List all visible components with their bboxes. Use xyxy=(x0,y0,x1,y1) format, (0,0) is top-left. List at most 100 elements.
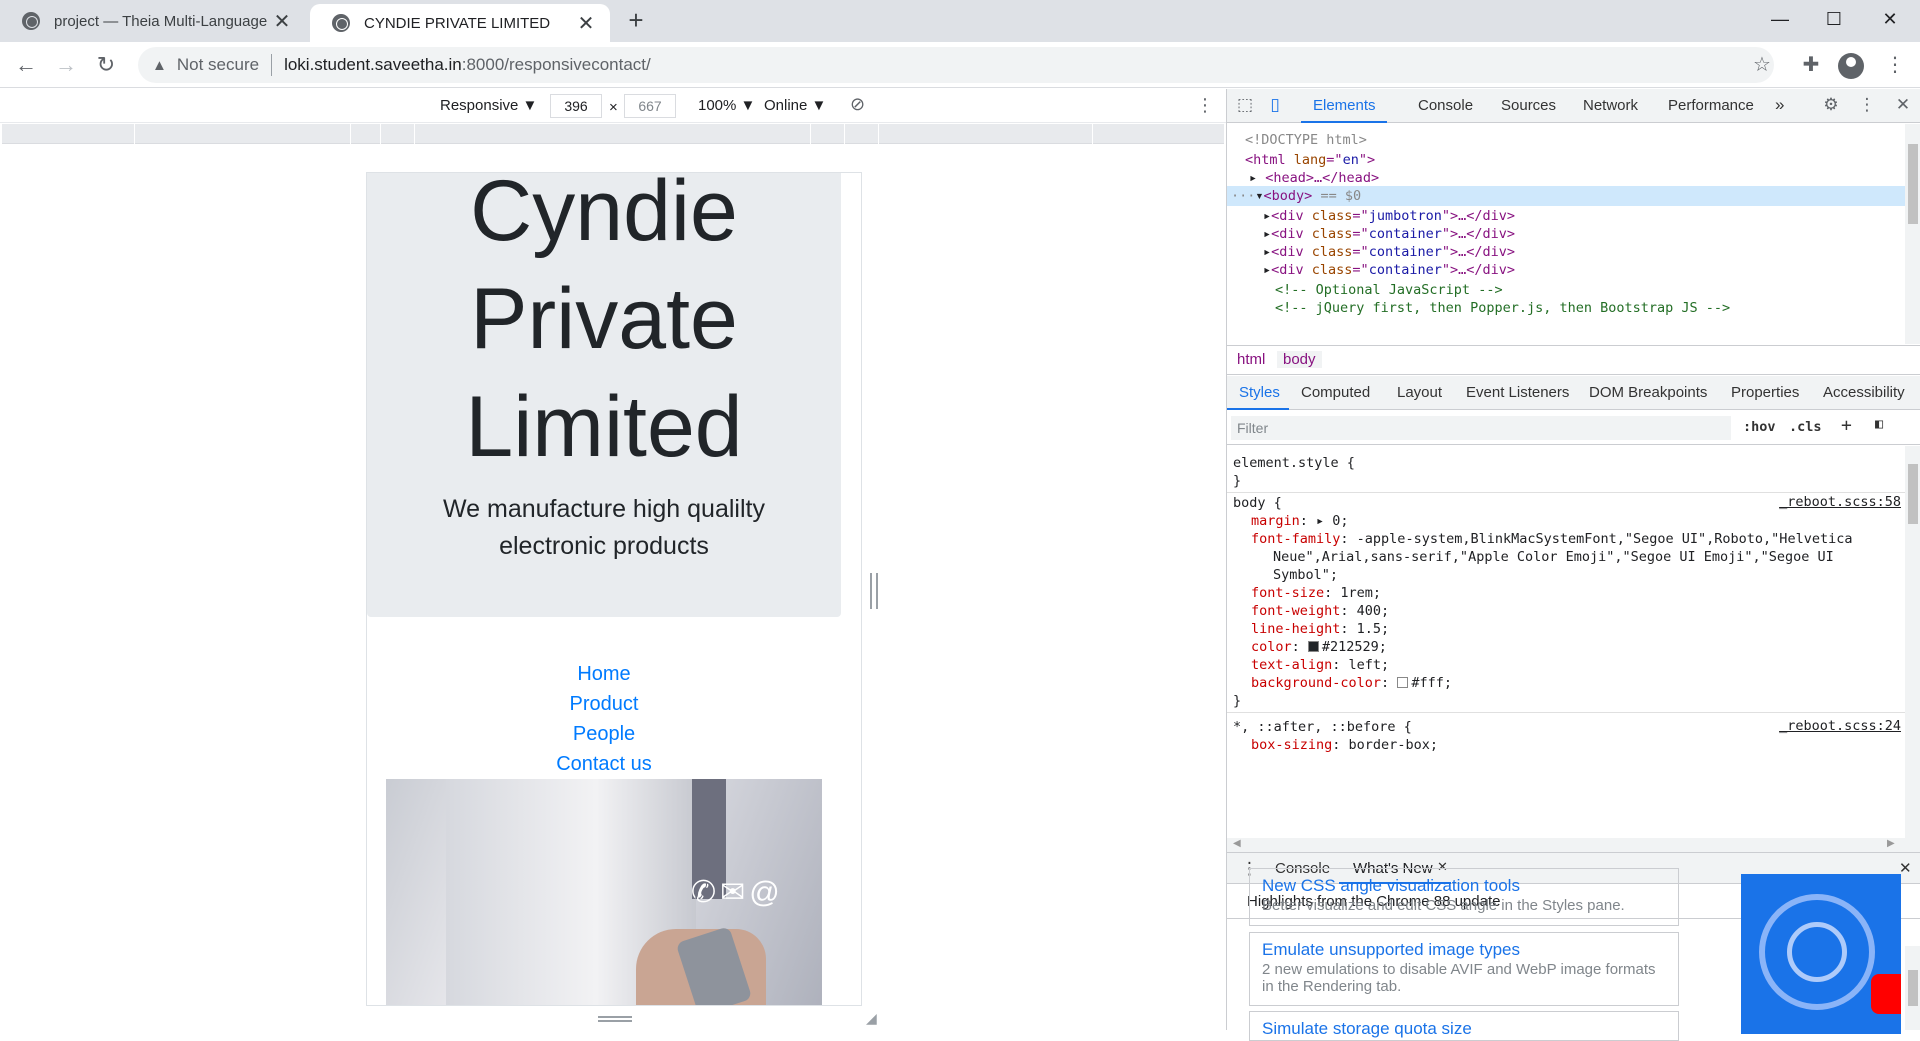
more-tabs-icon[interactable]: » xyxy=(1775,95,1784,115)
warning-icon[interactable]: ▲ xyxy=(152,57,167,74)
nav-link-people[interactable]: People xyxy=(367,719,841,749)
viewport-resize-handle-right[interactable] xyxy=(870,573,878,609)
back-arrow-icon[interactable]: ← xyxy=(10,49,42,81)
tab-styles[interactable]: Styles xyxy=(1239,384,1280,401)
viewport-resize-handle-bottom[interactable] xyxy=(598,1016,632,1022)
whats-new-card[interactable]: Simulate storage quota size xyxy=(1249,1011,1679,1041)
nav-link-contact[interactable]: Contact us xyxy=(367,749,841,779)
element-style-selector[interactable]: element.style { xyxy=(1233,454,1355,472)
maximize-button[interactable]: ☐ xyxy=(1806,0,1862,40)
tab-computed[interactable]: Computed xyxy=(1301,384,1370,401)
reload-icon[interactable]: ↻ xyxy=(90,49,122,81)
universal-selector[interactable]: *, ::after, ::before { xyxy=(1233,718,1412,736)
network-throttle-select[interactable]: Online ▼ xyxy=(764,97,826,114)
dom-body[interactable]: ···▾<body> == $0 xyxy=(1231,186,1361,206)
styles-scrollbar[interactable] xyxy=(1905,446,1920,838)
nav-link-product[interactable]: Product xyxy=(367,689,841,719)
devtools-menu-icon[interactable]: ⋮ xyxy=(1855,95,1879,117)
tab-console[interactable]: Console xyxy=(1418,97,1473,114)
new-style-rule-button[interactable]: + xyxy=(1841,415,1852,436)
tab-cyndie[interactable]: CYNDIE PRIVATE LIMITED ✕ xyxy=(310,4,610,42)
tab-properties[interactable]: Properties xyxy=(1731,384,1799,401)
zoom-select[interactable]: 100% ▼ xyxy=(698,97,755,114)
expand-triangle-icon[interactable]: ▸ xyxy=(1249,170,1257,186)
tab-network[interactable]: Network xyxy=(1583,97,1638,114)
dom-head[interactable]: ▸ <head>…</head> xyxy=(1249,168,1379,188)
extensions-puzzle-icon[interactable]: ✚ xyxy=(1796,50,1826,80)
style-prop[interactable]: margin: ▸ 0; xyxy=(1251,512,1349,530)
forward-arrow-icon[interactable]: → xyxy=(50,49,82,81)
dom-html[interactable]: <html lang="en"> xyxy=(1245,150,1375,170)
close-tab-icon[interactable]: ✕ xyxy=(576,11,596,36)
dom-doctype[interactable]: <!DOCTYPE html> xyxy=(1245,130,1367,150)
close-tab-icon[interactable]: ✕ xyxy=(272,9,292,34)
tab-accessibility[interactable]: Accessibility xyxy=(1823,384,1905,401)
hover-state-toggle[interactable]: :hov xyxy=(1743,419,1776,435)
style-prop[interactable]: color: #212529; xyxy=(1251,638,1387,656)
dom-scrollbar[interactable] xyxy=(1905,124,1920,344)
tab-theia[interactable]: project — Theia Multi-Language ✕ xyxy=(0,0,306,42)
source-link[interactable]: _reboot.scss:58 xyxy=(1779,494,1901,510)
height-input[interactable]: 667 xyxy=(624,94,676,118)
tab-elements[interactable]: Elements xyxy=(1313,97,1376,114)
tab-sources[interactable]: Sources xyxy=(1501,97,1556,114)
color-swatch-icon[interactable] xyxy=(1397,677,1409,688)
kebab-menu-icon[interactable]: ⋮ xyxy=(1880,50,1910,80)
device-mode-select[interactable]: Responsive ▼ xyxy=(440,97,537,114)
device-toolbar-menu-icon[interactable]: ⋮ xyxy=(1196,95,1214,116)
scroll-right-icon[interactable]: ▶ xyxy=(1887,838,1895,849)
dom-comment[interactable]: <!-- Optional JavaScript --> xyxy=(1275,280,1503,300)
youtube-play-icon[interactable] xyxy=(1871,974,1901,1014)
dom-comment[interactable]: <!-- jQuery first, then Popper.js, then … xyxy=(1275,298,1730,318)
style-prop[interactable]: box-sizing: border-box; xyxy=(1251,736,1438,754)
card-title[interactable]: Emulate unsupported image types xyxy=(1262,939,1666,961)
collapse-triangle-icon[interactable]: ▾ xyxy=(1255,188,1263,204)
media-query-ruler[interactable] xyxy=(2,124,1224,144)
style-prop[interactable]: line-height: 1.5; xyxy=(1251,620,1389,638)
body-selector[interactable]: body { xyxy=(1233,494,1282,512)
toggle-sidebar-icon[interactable]: ◧ xyxy=(1875,416,1883,432)
dom-div-container[interactable]: ▸<div class="container">…</div> xyxy=(1263,224,1515,244)
inspect-element-icon[interactable]: ⬚ xyxy=(1233,95,1257,117)
styles-filter-input[interactable]: Filter xyxy=(1231,416,1731,440)
card-title[interactable]: Simulate storage quota size xyxy=(1262,1018,1666,1040)
style-prop[interactable]: background-color: #fff; xyxy=(1251,674,1452,692)
width-input[interactable]: 396 xyxy=(550,94,602,118)
viewport-resize-handle-corner[interactable]: ◢ xyxy=(866,1010,882,1026)
styles-horizontal-scrollbar[interactable]: ◀ ▶ xyxy=(1227,838,1920,852)
profile-avatar-icon[interactable] xyxy=(1838,53,1864,79)
whats-new-card[interactable]: New CSS angle visualization tools Better… xyxy=(1249,868,1679,926)
color-swatch-icon[interactable] xyxy=(1307,641,1319,652)
class-toggle[interactable]: .cls xyxy=(1789,419,1822,435)
drawer-scrollbar[interactable] xyxy=(1905,946,1920,1030)
style-prop[interactable]: font-weight: 400; xyxy=(1251,602,1389,620)
minimize-button[interactable]: — xyxy=(1752,0,1808,40)
close-window-button[interactable]: ✕ xyxy=(1862,0,1918,40)
dom-div-jumbotron[interactable]: ▸<div class="jumbotron">…</div> xyxy=(1263,206,1515,226)
dom-div-container[interactable]: ▸<div class="container">…</div> xyxy=(1263,260,1515,280)
new-tab-button[interactable]: + xyxy=(622,6,650,34)
whats-new-thumbnail[interactable] xyxy=(1741,874,1901,1034)
close-devtools-icon[interactable]: ✕ xyxy=(1891,95,1915,117)
tab-layout[interactable]: Layout xyxy=(1397,384,1442,401)
dom-div-container[interactable]: ▸<div class="container">…</div> xyxy=(1263,242,1515,262)
nav-link-home[interactable]: Home xyxy=(367,659,841,689)
breadcrumb-body[interactable]: body xyxy=(1277,351,1322,368)
style-prop[interactable]: text-align: left; xyxy=(1251,656,1389,674)
tab-performance[interactable]: Performance xyxy=(1668,97,1754,114)
style-prop[interactable]: font-family: -apple-system,BlinkMacSyste… xyxy=(1251,530,1852,548)
rotate-icon[interactable]: ⊘ xyxy=(850,94,865,115)
whats-new-card[interactable]: Emulate unsupported image types 2 new em… xyxy=(1249,932,1679,1006)
style-prop[interactable]: font-size: 1rem; xyxy=(1251,584,1381,602)
address-bar[interactable]: ▲ Not secure loki.student.saveetha.in:80… xyxy=(138,47,1774,83)
scroll-left-icon[interactable]: ◀ xyxy=(1233,838,1241,849)
tab-event-listeners[interactable]: Event Listeners xyxy=(1466,384,1569,401)
bookmark-star-icon[interactable]: ☆ xyxy=(1747,50,1777,80)
settings-gear-icon[interactable]: ⚙ xyxy=(1819,95,1843,117)
source-link[interactable]: _reboot.scss:24 xyxy=(1779,718,1901,734)
security-label[interactable]: Not secure xyxy=(177,55,259,75)
card-title[interactable]: New CSS angle visualization tools xyxy=(1262,875,1666,897)
device-toolbar-toggle-icon[interactable]: ▯ xyxy=(1263,95,1287,117)
breadcrumb-html[interactable]: html xyxy=(1237,351,1265,368)
tab-dom-breakpoints[interactable]: DOM Breakpoints xyxy=(1589,384,1707,401)
